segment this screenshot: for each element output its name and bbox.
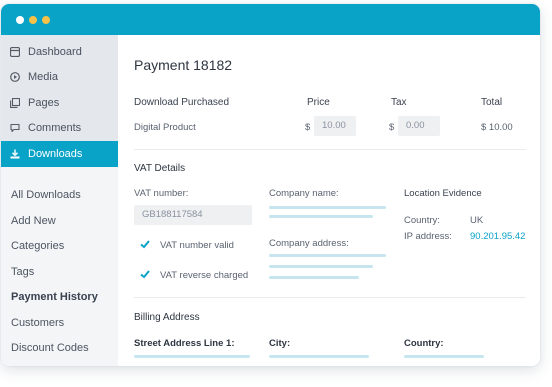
sidebar-item-label: Comments: [28, 122, 82, 135]
window-dot-white[interactable]: [16, 16, 24, 24]
sidebar-item-label: Dashboard: [28, 45, 82, 58]
sidebar-item-comments[interactable]: Comments: [1, 116, 118, 142]
tax-header: Tax: [391, 97, 407, 108]
vat-number-label: VAT number:: [134, 188, 189, 199]
ip-address-link[interactable]: 90.201.95.42: [470, 231, 525, 242]
vat-number-input[interactable]: GB188117584: [134, 205, 252, 225]
vat-valid-label: VAT number valid: [160, 240, 234, 251]
vat-reverse-label: VAT reverse charged: [160, 270, 249, 281]
country-label: Country:: [404, 215, 440, 226]
submenu-payment-history[interactable]: Payment History: [11, 291, 98, 303]
dashboard-icon: [9, 46, 20, 57]
sidebar: Dashboard Media Pages Comments Downloads…: [1, 35, 118, 366]
company-address-label: Company address:: [269, 238, 349, 249]
sidebar-item-label: Media: [28, 71, 58, 84]
company-address-line: [269, 254, 386, 257]
submenu-all-downloads[interactable]: All Downloads: [11, 189, 81, 201]
total-value: $ 10.00: [481, 122, 513, 133]
download-purchased-header: Download Purchased: [134, 97, 230, 108]
main-content: Payment 18182 Download Purchased Price T…: [118, 35, 540, 366]
product-name: Digital Product: [134, 122, 196, 133]
sidebar-item-pages[interactable]: Pages: [1, 90, 118, 116]
company-address-line: [269, 265, 373, 268]
submenu-customers[interactable]: Customers: [11, 317, 64, 329]
street-address-label: Street Address Line 1:: [134, 338, 235, 349]
location-evidence-label: Location Evidence: [404, 188, 482, 199]
submenu-tags[interactable]: Tags: [11, 266, 34, 278]
comments-icon: [9, 123, 20, 134]
city-line: [269, 355, 369, 358]
billing-section-title: Billing Address: [134, 312, 200, 323]
company-name-line: [269, 206, 386, 209]
app-window: Dashboard Media Pages Comments Downloads…: [1, 4, 540, 366]
total-header: Total: [481, 97, 503, 108]
window-dot-yellow-2[interactable]: [42, 16, 50, 24]
vat-valid-check-icon[interactable]: [139, 238, 151, 250]
vat-section-title: VAT Details: [134, 163, 186, 174]
vat-reverse-check-icon[interactable]: [139, 268, 151, 280]
sidebar-item-label: Downloads: [28, 147, 83, 160]
sidebar-item-media[interactable]: Media: [1, 65, 118, 91]
ip-address-label: IP address:: [404, 231, 452, 242]
tax-input[interactable]: 0.00: [398, 116, 440, 136]
city-label: City:: [269, 338, 291, 349]
sidebar-main-menu: Dashboard Media Pages Comments Downloads: [1, 35, 118, 167]
sidebar-item-downloads[interactable]: Downloads: [1, 141, 118, 167]
country-value: UK: [470, 215, 484, 226]
pages-icon: [9, 97, 20, 108]
company-name-label: Company name:: [269, 188, 339, 199]
billing-country-label: Country:: [404, 338, 444, 349]
divider: [134, 297, 526, 298]
tax-currency: $: [389, 122, 395, 133]
company-name-line: [269, 215, 373, 218]
divider: [134, 149, 526, 150]
sidebar-item-dashboard[interactable]: Dashboard: [1, 39, 118, 65]
price-header: Price: [307, 97, 330, 108]
sidebar-item-label: Pages: [28, 96, 60, 109]
billing-country-line: [404, 355, 484, 358]
submenu-categories[interactable]: Categories: [11, 240, 64, 252]
price-input[interactable]: 10.00: [314, 116, 356, 136]
submenu-add-new[interactable]: Add New: [11, 215, 56, 227]
page-title: Payment 18182: [134, 57, 233, 73]
submenu-discount-codes[interactable]: Discount Codes: [11, 342, 89, 354]
title-bar: [1, 4, 540, 35]
company-address-line: [269, 276, 359, 279]
download-icon: [9, 148, 20, 159]
price-currency: $: [305, 122, 311, 133]
window-dot-yellow[interactable]: [29, 16, 37, 24]
media-icon: [9, 72, 20, 83]
street-address-line: [134, 355, 250, 358]
